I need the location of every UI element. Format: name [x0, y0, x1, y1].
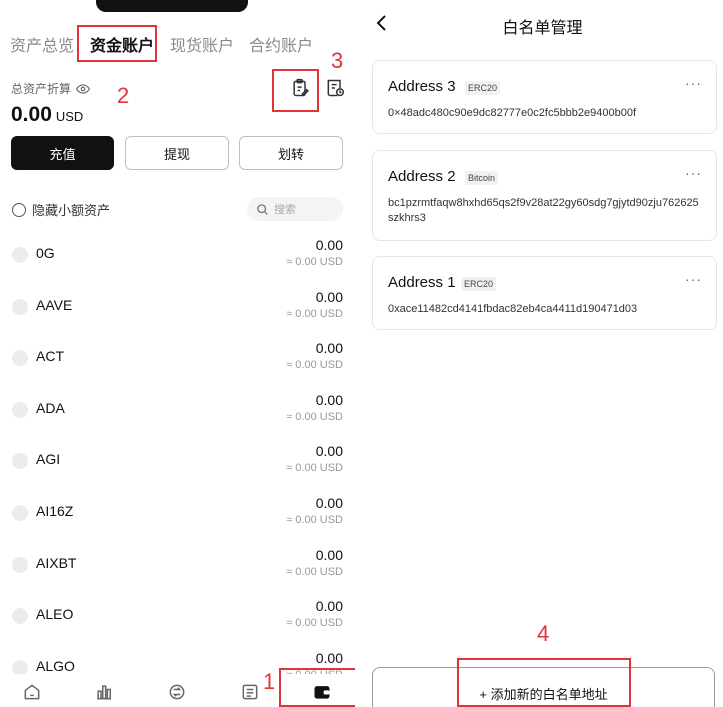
coin-logo-icon — [12, 402, 28, 418]
coin-amount: 0.00 — [315, 547, 343, 563]
total-assets-text: 总资产折算 — [11, 82, 72, 96]
coin-usd-value: ≈ 0.00 USD — [286, 462, 343, 474]
address-value: 0×48adc480c90e9dc82777e0c2fc5bbb2e9400b0… — [388, 107, 637, 119]
tab-funding[interactable]: 资金账户 — [90, 32, 154, 56]
coin-usd-value: ≈ 0.00 USD — [286, 411, 343, 423]
trade-icon[interactable] — [167, 682, 187, 702]
network-badge: Bitcoin — [465, 171, 499, 185]
more-icon[interactable]: ··· — [685, 75, 702, 91]
asset-amount: 0.00 — [11, 103, 52, 126]
coin-amount: 0.00 — [315, 237, 343, 253]
coin-amount: 0.00 — [315, 650, 343, 666]
coin-row[interactable]: ADA 0.00 ≈ 0.00 USD — [0, 392, 355, 450]
market-icon[interactable] — [94, 682, 114, 702]
funding-account-screen: 资产总览 资金账户 现货账户 合约账户 总资产折算 0.00 USD 充值 提现… — [0, 0, 355, 707]
address-card-2[interactable]: Address 2 Bitcoin ··· bc1pzrmtfaqw8hxhd6… — [372, 150, 717, 241]
coin-name: ALEO — [36, 606, 74, 622]
coin-usd-value: ≈ 0.00 USD — [286, 308, 343, 320]
coin-usd-value: ≈ 0.00 USD — [286, 514, 343, 526]
tab-overview[interactable]: 资产总览 — [10, 32, 74, 56]
coin-amount: 0.00 — [315, 289, 343, 305]
coin-name: AIXBT — [36, 555, 77, 571]
coin-row[interactable]: AI16Z 0.00 ≈ 0.00 USD — [0, 495, 355, 553]
add-whitelist-address-button[interactable]: + 添加新的白名单地址 — [372, 667, 715, 707]
search-icon — [257, 203, 268, 215]
coin-amount: 0.00 — [315, 598, 343, 614]
coin-amount: 0.00 — [315, 340, 343, 356]
address-value: 0xace11482cd4141fbdac82eb4ca4411d190471d… — [388, 303, 638, 315]
address-name: Address 2 — [388, 168, 456, 185]
annotation-3: 3 — [331, 48, 344, 73]
more-icon[interactable]: ··· — [685, 165, 702, 181]
phone-notch — [96, 0, 248, 12]
bill-clock-icon[interactable] — [325, 78, 345, 98]
address-card-1[interactable]: Address 1 ERC20 ··· 0xace11482cd4141fbda… — [372, 256, 717, 330]
coin-row[interactable]: AGI 0.00 ≈ 0.00 USD — [0, 443, 355, 501]
coin-amount: 0.00 — [315, 443, 343, 459]
whitelist-screen: 白名单管理 Address 3 ERC20 ··· 0×48adc480c90e… — [362, 0, 723, 707]
network-badge: ERC20 — [465, 81, 501, 95]
coin-row[interactable]: AAVE 0.00 ≈ 0.00 USD — [0, 289, 355, 347]
address-value: bc1pzrmtfaqw8hxhd65qs2f9v28at22gy60sdg7g… — [388, 197, 699, 224]
transfer-button[interactable]: 划转 — [239, 136, 343, 170]
annotation-2: 2 — [117, 83, 130, 108]
coin-name: ACT — [36, 348, 64, 364]
search-placeholder: 搜索 — [274, 204, 296, 216]
coin-amount: 0.00 — [315, 495, 343, 511]
coin-usd-value: ≈ 0.00 USD — [286, 359, 343, 371]
network-badge: ERC20 — [461, 277, 497, 291]
total-assets-value: 0.00 USD — [11, 103, 83, 127]
annotation-1: 1 — [263, 669, 276, 694]
coin-usd-value: ≈ 0.00 USD — [286, 566, 343, 578]
hide-small-label: 隐藏小额资产 — [32, 203, 111, 218]
hide-small-radio[interactable] — [12, 202, 26, 217]
home-icon[interactable] — [22, 682, 42, 702]
coin-name: 0G — [36, 245, 55, 261]
deposit-button[interactable]: 充值 — [11, 136, 114, 170]
page-title: 白名单管理 — [502, 20, 583, 37]
hide-small-assets-toggle[interactable]: 隐藏小额资产 — [12, 200, 110, 219]
tab-futures[interactable]: 合约账户 — [249, 32, 313, 56]
wallet-icon[interactable] — [312, 682, 332, 702]
coin-name: AI16Z — [36, 503, 74, 519]
coin-row[interactable]: ALEO 0.00 ≈ 0.00 USD — [0, 598, 355, 656]
coin-name: AAVE — [36, 297, 73, 313]
search-input[interactable]: 搜索 — [247, 197, 343, 221]
coin-amount: 0.00 — [315, 392, 343, 408]
coin-logo-icon — [12, 608, 28, 624]
coin-name: AGI — [36, 451, 61, 467]
coin-usd-value: ≈ 0.00 USD — [286, 617, 343, 629]
total-assets-label: 总资产折算 — [11, 80, 91, 97]
coin-name: ALGO — [36, 658, 75, 674]
address-name: Address 3 — [388, 78, 456, 95]
coin-logo-icon — [12, 247, 28, 263]
more-icon[interactable]: ··· — [685, 271, 702, 287]
eye-icon[interactable] — [76, 82, 91, 96]
coin-row[interactable]: ACT 0.00 ≈ 0.00 USD — [0, 340, 355, 398]
annotation-4: 4 — [537, 621, 550, 646]
withdraw-button[interactable]: 提现 — [125, 136, 229, 170]
bottom-nav — [0, 674, 355, 707]
coin-logo-icon — [12, 350, 28, 366]
coin-row[interactable]: 0G 0.00 ≈ 0.00 USD — [0, 237, 355, 295]
coin-logo-icon — [12, 453, 28, 469]
tab-spot[interactable]: 现货账户 — [170, 32, 234, 56]
coin-logo-icon — [12, 557, 28, 573]
coin-usd-value: ≈ 0.00 USD — [286, 256, 343, 268]
coin-logo-icon — [12, 299, 28, 315]
clipboard-edit-icon[interactable] — [290, 78, 310, 98]
address-card-3[interactable]: Address 3 ERC20 ··· 0×48adc480c90e9dc827… — [372, 60, 717, 134]
orders-icon[interactable] — [240, 682, 260, 702]
coin-name: ADA — [36, 400, 65, 416]
coin-logo-icon — [12, 505, 28, 521]
asset-unit: USD — [55, 109, 84, 124]
coin-row[interactable]: AIXBT 0.00 ≈ 0.00 USD — [0, 547, 355, 605]
address-name: Address 1 — [388, 274, 456, 291]
